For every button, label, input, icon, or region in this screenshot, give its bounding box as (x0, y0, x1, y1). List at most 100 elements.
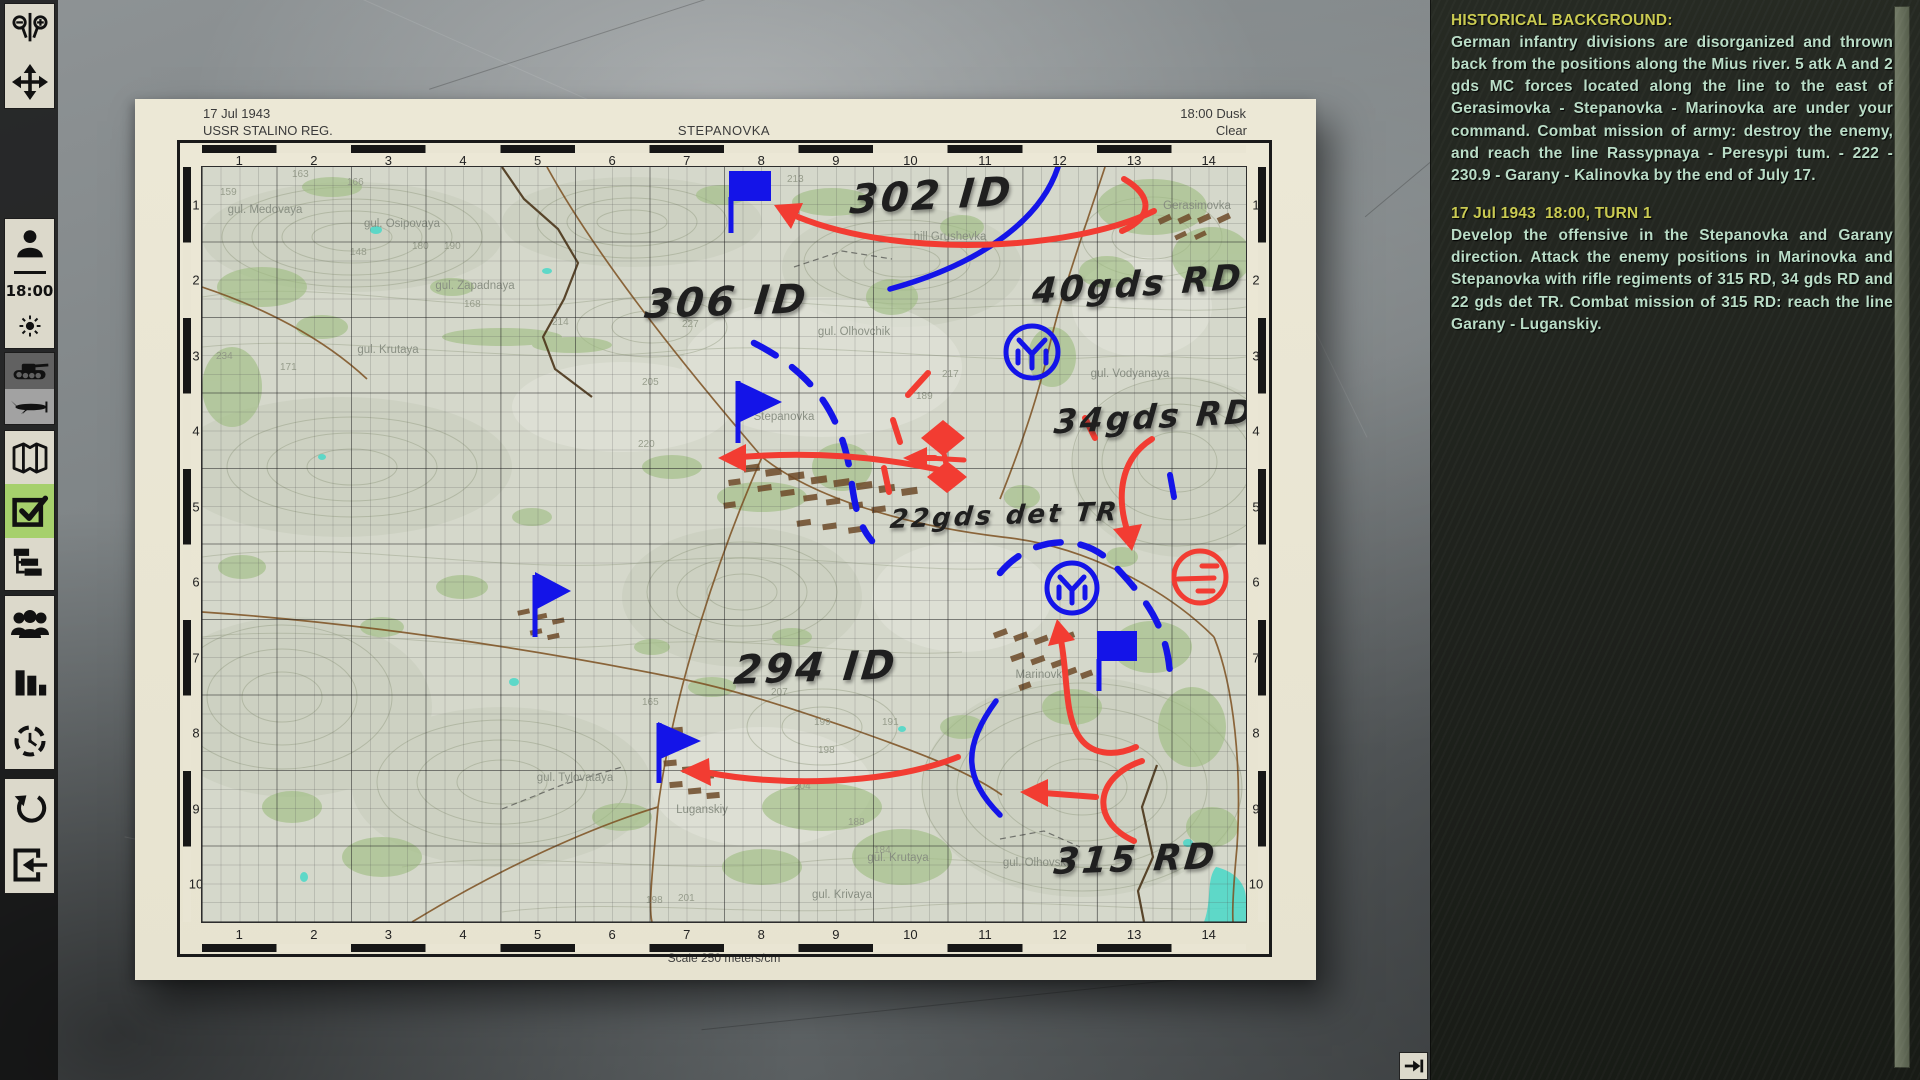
toolbar-group-info (4, 595, 55, 770)
toolbar-group-forces (4, 352, 55, 425)
grid-number: 1 (236, 927, 243, 942)
airplane-icon (9, 396, 51, 418)
blue-flag-306 (738, 381, 782, 443)
pan-tool-button[interactable] (5, 56, 54, 108)
red-dash-1 (908, 373, 928, 395)
exit-icon (11, 847, 49, 883)
grid-number: 6 (192, 575, 199, 590)
restart-icon (12, 790, 48, 826)
map-content[interactable]: ' (202, 167, 1246, 922)
briefing-scrollbar[interactable] (1894, 6, 1910, 1068)
map-view-button[interactable] (5, 431, 54, 484)
blue-defense-line-stepanovka (754, 343, 872, 541)
history-clock-icon (12, 723, 48, 759)
blue-flag-marinovka (1097, 631, 1137, 691)
toolbar-group-views (4, 430, 55, 591)
blue-dash-fragment (1170, 475, 1174, 497)
grid-numbers-top: 1234567891011121314 (202, 153, 1246, 167)
grid-number: 1 (192, 197, 199, 212)
grid-number: 6 (1252, 575, 1259, 590)
ground-units-button[interactable] (5, 353, 54, 389)
map-annotations (202, 167, 1246, 922)
bar-chart-icon (12, 666, 48, 698)
red-arrowhead-34gds (1113, 524, 1142, 551)
blue-front-arc-south (972, 701, 1000, 815)
grid-numbers-bottom: 1234567891011121314 (202, 925, 1246, 941)
grid-number: 6 (609, 927, 616, 942)
red-arrowhead-south (680, 758, 711, 786)
briefing-heading: HISTORICAL BACKGROUND: (1451, 12, 1893, 30)
grid-number: 12 (1052, 927, 1066, 942)
zoom-icon (11, 12, 49, 48)
toolbar-group-session (4, 778, 55, 894)
red-dash-4 (1085, 418, 1095, 438)
grid-number: 5 (534, 927, 541, 942)
grid-number: 1 (1252, 197, 1259, 212)
grid-number: 11 (978, 927, 992, 942)
briefing-body: Develop the offensive in the Stepanovka … (1451, 225, 1893, 336)
tasks-check-icon (11, 492, 49, 530)
red-arrowhead-marinovka (1048, 619, 1075, 646)
history-button[interactable] (5, 712, 54, 769)
sun-icon (15, 311, 45, 341)
grid-number: 5 (1252, 499, 1259, 514)
red-diamond-upper (921, 420, 965, 456)
grid-number: 2 (310, 927, 317, 942)
org-chart-icon (12, 547, 48, 581)
grid-number: 10 (1249, 877, 1263, 892)
briefing-panel: HISTORICAL BACKGROUND: German infantry di… (1430, 0, 1920, 1080)
personnel-icon (10, 608, 50, 640)
grid-number: 3 (1252, 348, 1259, 363)
map-time: 18:00 Dusk (202, 106, 1246, 121)
map-icon (11, 442, 49, 474)
org-structure-button[interactable] (5, 538, 54, 590)
end-turn-button[interactable] (1399, 1052, 1428, 1080)
grid-number: 2 (1252, 273, 1259, 288)
toolbar-divider (14, 271, 46, 274)
red-crescent-315 (1103, 761, 1142, 841)
commander-icon (14, 227, 46, 259)
scratch (429, 0, 791, 90)
statistics-button[interactable] (5, 652, 54, 712)
briefing-heading: 17 Jul 1943 18:00, TURN 1 (1451, 205, 1893, 223)
toolbar-group-view (4, 3, 55, 109)
restart-button[interactable] (5, 779, 54, 837)
red-diamond-crossbar (928, 458, 964, 460)
blue-unit-symbol-north (1006, 326, 1058, 378)
pan-icon (12, 64, 48, 100)
briefing-body: German infantry divisions are disorganiz… (1451, 32, 1893, 187)
operational-map-paper: 17 Jul 1943 USSR STALINO REG. STEPANOVKA… (135, 99, 1316, 980)
blue-front-arc-north (890, 167, 1058, 289)
grid-numbers-right: 12345678910 (1248, 167, 1264, 922)
time-display: 18:00 (5, 278, 54, 304)
grid-number: 7 (192, 650, 199, 665)
briefing-text: HISTORICAL BACKGROUND: German infantry di… (1451, 12, 1893, 336)
weather-indicator (5, 304, 54, 348)
air-units-button[interactable] (5, 389, 54, 424)
time-label: 18:00 (6, 282, 54, 300)
red-artillery-symbol (1174, 551, 1226, 603)
red-arrow-south-shaft (710, 757, 958, 781)
exit-button[interactable] (5, 837, 54, 893)
tasks-button[interactable] (5, 484, 54, 538)
grid-number: 13 (1127, 927, 1141, 942)
toolbar-group-status: 18:00 (4, 218, 55, 349)
grid-number: 14 (1201, 927, 1215, 942)
blue-flag-294 (535, 572, 571, 637)
red-arrow-315-shaft (1044, 793, 1096, 797)
red-arrow-north-shaft (798, 211, 1154, 245)
zoom-tool-button[interactable] (5, 4, 54, 56)
personnel-button[interactable] (5, 596, 54, 652)
grid-number: 5 (192, 499, 199, 514)
commander-button[interactable] (5, 219, 54, 267)
map-border-checker-top (202, 145, 1246, 153)
tank-icon (9, 358, 51, 384)
grid-number: 8 (192, 726, 199, 741)
grid-number: 7 (683, 927, 690, 942)
grid-number: 9 (832, 927, 839, 942)
grid-number: 4 (192, 424, 199, 439)
blue-unit-symbol-marinovka (1047, 563, 1097, 613)
grid-number: 9 (192, 801, 199, 816)
grid-number: 10 (903, 927, 917, 942)
end-turn-icon (1403, 1056, 1425, 1076)
